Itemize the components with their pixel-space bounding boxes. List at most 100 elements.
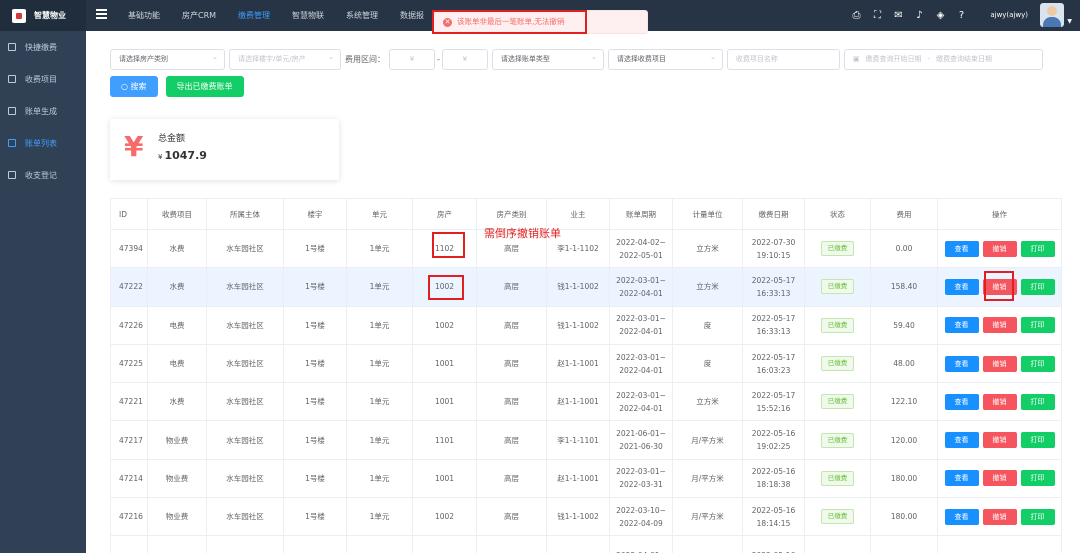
layers-icon[interactable]: ◈ bbox=[934, 9, 947, 22]
cell-type: 高层 bbox=[476, 458, 547, 499]
cell-pay-date: 2022-05-16 18:14:15 bbox=[742, 497, 805, 537]
cell-pay-date: 2022-05-17 16:03:23 bbox=[742, 343, 805, 384]
table-row: 47221 水费 水车园社区 1号楼 1单元 1001 高层 赵1-1-1001 2022-03… bbox=[110, 382, 1062, 422]
cell-measure: 月/平方米 bbox=[672, 458, 743, 499]
view-button[interactable]: 查看 bbox=[944, 432, 979, 449]
sidebar-item[interactable]: 账单生成 bbox=[0, 95, 86, 127]
view-button[interactable]: 查看 bbox=[944, 278, 979, 295]
bill-type-select[interactable]: 请选择账单类型 bbox=[491, 49, 604, 70]
print-button[interactable]: 打印 bbox=[1020, 355, 1055, 372]
total-amount-label: 总金额 bbox=[158, 134, 186, 144]
fee-min-input[interactable]: ¥ bbox=[389, 49, 435, 70]
fee-max-input[interactable]: ¥ bbox=[441, 49, 488, 70]
print-button[interactable]: 打印 bbox=[1020, 278, 1055, 295]
caret-down-icon[interactable]: ▼ bbox=[1067, 18, 1072, 25]
fullscreen-icon[interactable]: ⛶ bbox=[871, 9, 884, 22]
bell-icon[interactable]: ♪ bbox=[913, 9, 926, 22]
cell-owner bbox=[546, 535, 610, 553]
cancel-bill-button[interactable]: 撤销 bbox=[982, 432, 1017, 449]
main-nav: 基础功能 房产CRM 缴费管理 智慧物联 系统管理 数据报 bbox=[128, 0, 446, 31]
cell-period: 2022-04-02~ 2022-05-01 bbox=[609, 228, 673, 269]
sidebar-item[interactable]: 收费项目 bbox=[0, 63, 86, 95]
cell-pay-date-line1: 2022-05-16 bbox=[751, 429, 796, 439]
sidebar-item[interactable]: 快捷缴费 bbox=[0, 31, 86, 63]
cell-period-line1: 2022-03-01~ bbox=[616, 467, 666, 477]
cell-pay-date-line1: 2022-05-16 bbox=[751, 505, 796, 515]
nav-item[interactable]: 基础功能 bbox=[128, 0, 160, 31]
date-range-picker[interactable]: ▣ 缴费查询开始日期 - 缴费查询结束日期 bbox=[843, 49, 1043, 70]
user-avatar[interactable] bbox=[1040, 3, 1064, 27]
cell-period: 2022-03-01~ 2022-04-01 bbox=[609, 267, 673, 307]
print-button[interactable]: 打印 bbox=[1020, 508, 1055, 525]
cell-item: 水费 bbox=[147, 382, 207, 422]
nav-item[interactable]: 智慧物联 bbox=[292, 0, 324, 31]
sidebar-item-label: 账单列表 bbox=[25, 138, 57, 148]
sidebar-item[interactable]: 账单列表 bbox=[0, 127, 86, 159]
cell-pay-date-line1: 2022-05-17 bbox=[751, 275, 796, 285]
cell-type: 高层 bbox=[476, 267, 547, 307]
nav-item[interactable]: 系统管理 bbox=[346, 0, 378, 31]
user-name[interactable]: ajwy(ajwy) bbox=[990, 0, 1028, 31]
cell-building: 1号楼 bbox=[283, 343, 347, 384]
view-button[interactable]: 查看 bbox=[944, 240, 979, 257]
cell-pay-date-line2: 16:33:13 bbox=[756, 288, 791, 298]
calendar-icon: ▣ bbox=[852, 55, 860, 63]
cell-pay-date-line1: 2022-05-17 bbox=[751, 390, 796, 400]
table-row: 2022-04-01~ 2022-05-16 bbox=[110, 535, 1062, 553]
cell-actions: 查看 撤销 打印 bbox=[937, 382, 1062, 422]
cancel-bill-button[interactable]: 撤销 bbox=[982, 240, 1017, 257]
fee-item-name-input[interactable]: 收费项目名称 bbox=[726, 49, 840, 70]
print-icon[interactable]: ⎙ bbox=[850, 9, 863, 22]
sidebar: 快捷缴费收费项目 账单生成账单列表收支登记 bbox=[0, 31, 86, 553]
view-button[interactable]: 查看 bbox=[944, 393, 979, 410]
cancel-bill-button[interactable]: 撤销 bbox=[982, 355, 1017, 372]
cell-pay-date-line1: 2022-05-16 bbox=[751, 467, 796, 477]
print-button[interactable]: 打印 bbox=[1020, 393, 1055, 410]
cancel-bill-button[interactable]: 撤销 bbox=[982, 317, 1017, 334]
print-button[interactable]: 打印 bbox=[1020, 317, 1055, 334]
cell-pay-date-line2: 18:14:15 bbox=[756, 518, 791, 528]
status-badge: 已缴费 bbox=[820, 470, 855, 486]
export-paid-bills-button[interactable]: 导出已缴费账单 bbox=[165, 76, 244, 97]
building-select[interactable]: 请选择楼宇/单元/房产 bbox=[229, 49, 341, 70]
fee-item-select[interactable]: 请选择收费项目 bbox=[607, 49, 723, 70]
nav-item[interactable]: 数据报 bbox=[400, 0, 424, 31]
status-badge: 已缴费 bbox=[820, 432, 855, 448]
help-icon[interactable]: ? bbox=[955, 9, 968, 22]
cell-house: 1001 bbox=[412, 458, 477, 499]
cancel-bill-button[interactable]: 撤销 bbox=[982, 470, 1017, 487]
view-button[interactable]: 查看 bbox=[944, 470, 979, 487]
print-button[interactable]: 打印 bbox=[1020, 470, 1055, 487]
view-button[interactable]: 查看 bbox=[944, 508, 979, 525]
cell-period-line2: 2022-05-01 bbox=[619, 250, 663, 260]
cancel-bill-button[interactable]: 撤销 bbox=[982, 393, 1017, 410]
cell-period-line2: 2022-04-01 bbox=[619, 403, 663, 413]
cell-period: 2022-03-01~ 2022-03-31 bbox=[609, 458, 673, 499]
column-header: ID bbox=[110, 198, 148, 230]
cell-item: 水费 bbox=[147, 228, 207, 269]
sidebar-item-label: 快捷缴费 bbox=[25, 42, 57, 52]
house-type-select[interactable]: 请选择房产类别 bbox=[110, 49, 225, 70]
cell-owner: 钱1-1-1002 bbox=[546, 497, 610, 537]
cell-item: 水费 bbox=[147, 267, 207, 307]
cancel-bill-button[interactable]: 撤销 bbox=[982, 508, 1017, 525]
cell-building bbox=[283, 535, 347, 553]
cell-pay-date-line1: 2022-05-17 bbox=[751, 314, 796, 324]
nav-item[interactable]: 房产CRM bbox=[182, 0, 216, 31]
view-button[interactable]: 查看 bbox=[944, 355, 979, 372]
cell-period-line1: 2022-04-01~ bbox=[611, 549, 672, 553]
status-badge: 已缴费 bbox=[820, 317, 855, 333]
sidebar-item[interactable]: 收支登记 bbox=[0, 159, 86, 191]
cell-actions: 查看 撤销 打印 bbox=[937, 497, 1062, 537]
print-button[interactable]: 打印 bbox=[1020, 432, 1055, 449]
view-button[interactable]: 查看 bbox=[944, 317, 979, 334]
cell-fee: 59.40 bbox=[870, 305, 938, 345]
nav-item[interactable]: 缴费管理 bbox=[238, 0, 270, 31]
message-icon[interactable]: ✉ bbox=[892, 9, 905, 22]
search-button[interactable]: ○ 搜索 bbox=[110, 76, 158, 97]
annotation-text: 需倒序撤销账单 bbox=[484, 227, 561, 240]
hamburger-menu-icon[interactable] bbox=[96, 9, 107, 20]
app-logo[interactable]: 智慧物业 bbox=[0, 0, 86, 31]
cell-type: 高层 bbox=[476, 343, 547, 384]
print-button[interactable]: 打印 bbox=[1020, 240, 1055, 257]
